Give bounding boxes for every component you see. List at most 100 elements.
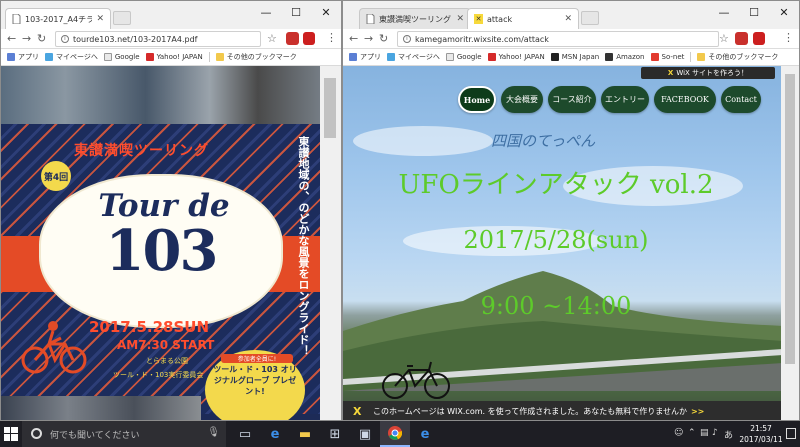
bookmark-mypage[interactable]: マイページへ	[45, 52, 98, 62]
extension-icon[interactable]	[286, 32, 299, 45]
sky-cloud	[353, 126, 493, 156]
tab-tourde103[interactable]: 東讃満喫ツーリング Tour de 1 ✕	[359, 8, 471, 29]
bookmark-msn[interactable]: MSN Japan	[550, 53, 599, 61]
google-icon	[103, 53, 112, 61]
url-input[interactable]: i tourde103.net/103-2017A4.pdf	[55, 31, 261, 47]
title-bar: 103-2017_A4チラシol ✕ — ☐ ✕	[1, 1, 341, 29]
minimize-button[interactable]: —	[709, 1, 739, 23]
gift-header: 参加者全員に!	[221, 354, 293, 363]
network-icon[interactable]: ▤	[700, 428, 709, 438]
system-clock[interactable]: 21:57 2017/03/11	[737, 423, 785, 445]
menu-icon[interactable]: ⋮	[326, 31, 337, 44]
nav-entry[interactable]: エントリー	[601, 86, 649, 113]
site-nav: Home 大会概要 コース紹介 エントリー FACEBOOK Contact	[458, 86, 766, 113]
menu-icon[interactable]: ⋮	[783, 31, 794, 44]
back-icon[interactable]: ←	[349, 32, 358, 45]
bookmark-yahoo[interactable]: Yahoo! JAPAN	[145, 53, 203, 61]
forward-icon[interactable]: →	[22, 32, 31, 45]
maximize-button[interactable]: ☐	[281, 1, 311, 23]
close-tab-icon[interactable]: ✕	[96, 14, 104, 24]
apps-icon	[349, 53, 357, 61]
flyer-headline: 東讃満喫ツーリング	[74, 143, 209, 159]
close-tab-icon[interactable]: ✕	[564, 14, 572, 24]
tab-title: 103-2017_A4チラシol	[25, 14, 92, 24]
bookmark-yahoo[interactable]: Yahoo! JAPAN	[487, 53, 545, 61]
web-page: X WiX サイトを作ろう！ Home 大会概要 コース紹介 エントリー FACE…	[343, 66, 799, 420]
yahoo-icon	[145, 53, 154, 61]
address-bar: ← → ↻ i kamegamoritr.wixsite.com/attack …	[343, 29, 799, 49]
scrollbar[interactable]	[320, 66, 341, 420]
bookmark-google[interactable]: Google	[445, 53, 482, 61]
close-button[interactable]: ✕	[311, 1, 341, 23]
left-browser-window: 103-2017_A4チラシol ✕ — ☐ ✕ ← → ↻ i tourde1…	[0, 0, 342, 421]
bookmark-amazon[interactable]: Amazon	[605, 53, 645, 61]
ime-indicator[interactable]: あ	[724, 428, 733, 441]
nav-overview[interactable]: 大会概要	[501, 86, 543, 113]
bookmark-apps[interactable]: アプリ	[7, 52, 39, 62]
bookmark-google[interactable]: Google	[103, 53, 140, 61]
close-tab-icon[interactable]: ✕	[456, 14, 464, 24]
url-input[interactable]: i kamegamoritr.wixsite.com/attack	[397, 31, 719, 47]
minimize-button[interactable]: —	[251, 1, 281, 23]
info-icon[interactable]: i	[403, 35, 411, 43]
bookmark-other[interactable]: その他のブックマーク	[215, 52, 297, 62]
tray-people-icon[interactable]: ☺	[674, 428, 683, 438]
chrome-logo	[388, 426, 402, 440]
bookmark-mypage[interactable]: マイページへ	[387, 52, 440, 62]
monitor-app-icon[interactable]: ▣	[350, 421, 380, 447]
maximize-button[interactable]: ☐	[739, 1, 769, 23]
windows-start-icon[interactable]	[4, 427, 18, 441]
tab-pdf[interactable]: 103-2017_A4チラシol ✕	[5, 8, 111, 29]
bookmark-apps[interactable]: アプリ	[349, 52, 381, 62]
title-bar: 東讃満喫ツーリング Tour de 1 ✕ ✕ attack ✕ — ☐ ✕	[343, 1, 799, 29]
nav-home[interactable]: Home	[458, 86, 496, 113]
taskbar-search[interactable]: 何でも聞いてください 🎙	[22, 421, 226, 447]
tray-chevron-icon[interactable]: ⌃	[688, 428, 696, 438]
new-tab-button[interactable]	[113, 11, 131, 25]
back-icon[interactable]: ←	[7, 32, 16, 45]
microphone-icon[interactable]: 🎙	[207, 427, 220, 438]
store-icon[interactable]: ⊞	[320, 421, 350, 447]
internet-explorer-icon[interactable]: e	[410, 421, 440, 447]
wix-promo-button[interactable]: X WiX サイトを作ろう！	[641, 67, 775, 79]
divider	[690, 52, 692, 62]
bicycle-icon	[382, 361, 450, 399]
vertical-copy: 東讃地域の、のどかな風景をロングライド！	[297, 136, 310, 356]
nav-course[interactable]: コース紹介	[548, 86, 596, 113]
edge-icon[interactable]: e	[260, 421, 290, 447]
event-date: 2017.5.28SUN	[89, 318, 209, 336]
wix-logo-icon: X	[667, 69, 674, 77]
pdf-extension-icon[interactable]	[753, 32, 765, 45]
nav-contact[interactable]: Contact	[721, 86, 761, 113]
file-explorer-icon[interactable]: ▬	[290, 421, 320, 447]
new-tab-button[interactable]	[581, 11, 599, 25]
task-view-icon[interactable]: ▭	[230, 421, 260, 447]
chrome-icon[interactable]	[380, 421, 410, 447]
scrollbar-thumb[interactable]	[785, 74, 795, 364]
bookmark-star-icon[interactable]: ☆	[719, 32, 729, 45]
msn-icon	[550, 53, 559, 61]
pdf-extension-icon[interactable]	[303, 32, 315, 45]
document-icon	[12, 14, 21, 24]
page-icon	[45, 53, 53, 61]
window-controls: — ☐ ✕	[251, 1, 341, 23]
reload-icon[interactable]: ↻	[37, 32, 46, 45]
reload-icon[interactable]: ↻	[379, 32, 388, 45]
bottom-photo	[1, 396, 201, 420]
volume-icon[interactable]: ♪	[712, 428, 718, 438]
scrollbar[interactable]	[781, 66, 799, 420]
wix-banner[interactable]: X このホームページは WIX.com. を使って作成されました。あなたも無料で…	[343, 401, 783, 420]
info-icon[interactable]: i	[61, 35, 69, 43]
bookmark-other[interactable]: その他のブックマーク	[697, 52, 778, 62]
page-icon	[387, 53, 395, 61]
extension-icon[interactable]	[735, 32, 748, 45]
bookmark-star-icon[interactable]: ☆	[267, 32, 277, 45]
bookmark-sonet[interactable]: So-net	[650, 53, 684, 61]
forward-icon[interactable]: →	[364, 32, 373, 45]
close-button[interactable]: ✕	[769, 1, 799, 23]
nav-facebook[interactable]: FACEBOOK	[654, 86, 716, 113]
notification-icon[interactable]	[786, 428, 796, 439]
site-date: 2017/5/28(sun)	[463, 226, 649, 254]
scrollbar-thumb[interactable]	[324, 78, 336, 138]
tab-attack[interactable]: ✕ attack ✕	[467, 8, 579, 29]
